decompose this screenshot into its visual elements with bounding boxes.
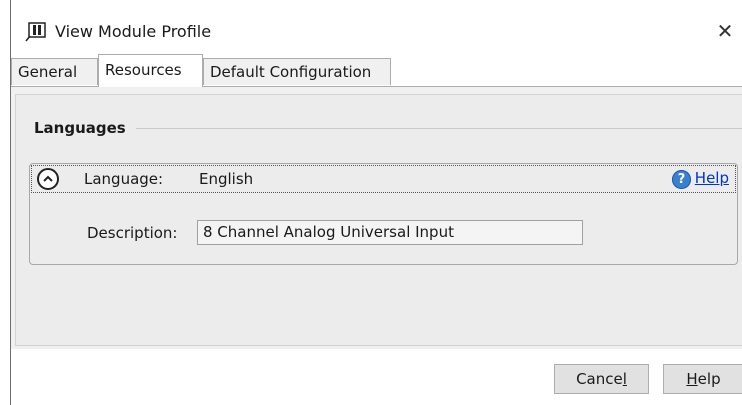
close-button[interactable]: ✕ bbox=[710, 16, 740, 46]
tab-general[interactable]: General bbox=[11, 58, 98, 85]
collapse-button[interactable] bbox=[37, 168, 59, 190]
description-label: Description: bbox=[87, 224, 178, 242]
help-button[interactable]: Help bbox=[663, 364, 742, 394]
help-mnemonic: H bbox=[686, 370, 698, 388]
description-field[interactable]: 8 Channel Analog Universal Input bbox=[197, 220, 583, 245]
module-profile-icon bbox=[25, 22, 46, 42]
tab-strip: General Resources Default Configuration bbox=[11, 54, 742, 87]
help-link[interactable]: Help bbox=[695, 169, 729, 187]
cancel-button[interactable]: Cancel bbox=[554, 364, 649, 394]
section-divider bbox=[136, 128, 742, 129]
tab-panel: Languages Language: English ? Help Descr… bbox=[11, 86, 742, 349]
cancel-label: Cance bbox=[576, 370, 623, 388]
language-label: Language: bbox=[84, 170, 164, 188]
help-icon[interactable]: ? bbox=[672, 170, 691, 189]
chevron-up-icon bbox=[43, 175, 53, 182]
close-icon: ✕ bbox=[716, 19, 734, 43]
resources-panel: Languages Language: English ? Help Descr… bbox=[15, 94, 742, 346]
title-bar: View Module Profile ✕ bbox=[11, 0, 742, 52]
cancel-mnemonic: l bbox=[622, 370, 627, 388]
language-header-row[interactable]: Language: English ? Help bbox=[31, 165, 736, 193]
tab-default-configuration[interactable]: Default Configuration bbox=[203, 58, 391, 85]
language-value: English bbox=[199, 170, 254, 188]
dialog-footer: Cancel Help bbox=[11, 349, 742, 405]
language-group: Language: English ? Help Description: 8 … bbox=[29, 163, 738, 265]
section-title: Languages bbox=[34, 119, 134, 137]
help-label: elp bbox=[697, 370, 721, 388]
window-title: View Module Profile bbox=[55, 22, 212, 41]
dialog-window: View Module Profile ✕ General Resources … bbox=[10, 0, 742, 405]
tab-resources[interactable]: Resources bbox=[98, 54, 203, 87]
